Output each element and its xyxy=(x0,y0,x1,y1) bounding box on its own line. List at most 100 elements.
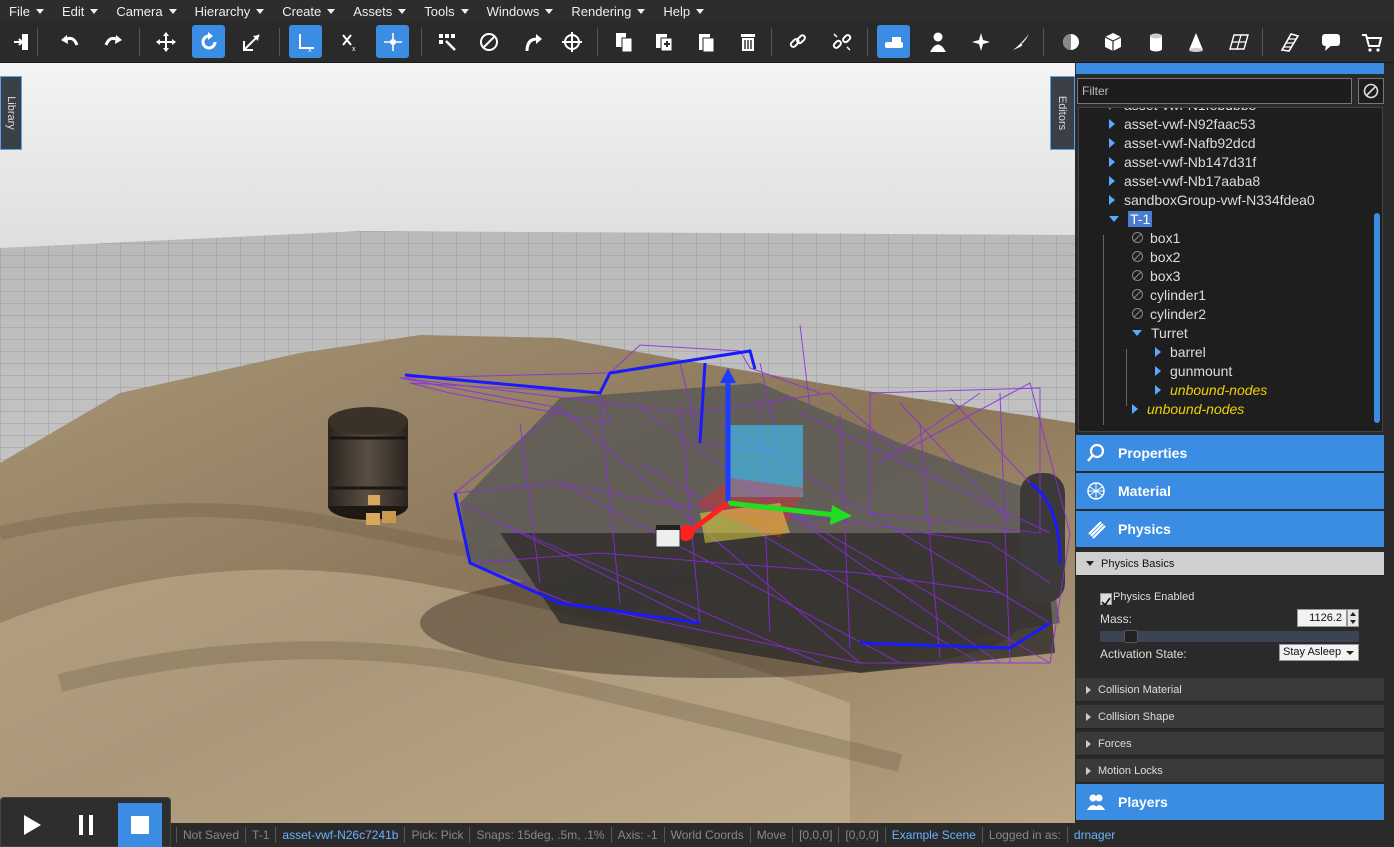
tree-node[interactable]: sandboxGroup-vwf-N334fdea0 xyxy=(1109,190,1315,209)
tree-node[interactable]: asset-vwf-Nafb92dcd xyxy=(1109,133,1256,152)
players-panel-header[interactable]: Players xyxy=(1076,784,1384,820)
menu-rendering[interactable]: Rendering xyxy=(562,0,654,22)
clear-filter-button[interactable] xyxy=(1358,78,1384,104)
editors-tab[interactable]: Editors xyxy=(1050,76,1075,150)
collapsed-arrow-icon[interactable] xyxy=(1109,175,1115,186)
section-collision-material[interactable]: Collision Material xyxy=(1076,678,1384,702)
menu-windows[interactable]: Windows xyxy=(478,0,563,22)
rotate-snap-button[interactable] xyxy=(515,25,548,58)
menu-file[interactable]: File xyxy=(0,0,53,22)
hierarchy-tree[interactable]: asset-vwf-N1f8bdbb8 asset-vwf-N92faac53 as… xyxy=(1078,107,1383,432)
move-button[interactable] xyxy=(149,25,182,58)
mass-slider[interactable] xyxy=(1100,630,1359,643)
tree-node[interactable]: T-1 xyxy=(1109,209,1153,228)
collapsed-arrow-icon[interactable] xyxy=(1109,137,1115,148)
expanded-arrow-icon[interactable] xyxy=(1109,215,1119,222)
collapsed-arrow-icon[interactable] xyxy=(1155,365,1161,376)
collapsed-arrow-icon[interactable] xyxy=(1109,118,1115,129)
terrain-button[interactable] xyxy=(1273,25,1306,58)
unlink-button[interactable] xyxy=(825,25,858,58)
collapsed-arrow-icon[interactable] xyxy=(1155,346,1161,357)
sphere-button[interactable] xyxy=(1054,25,1087,58)
particle-button[interactable] xyxy=(1004,25,1037,58)
stop-button[interactable] xyxy=(118,803,162,847)
menu-help[interactable]: Help xyxy=(654,0,713,22)
tree-node[interactable]: asset-vwf-Nb147d31f xyxy=(1109,152,1256,171)
menu-assets[interactable]: Assets xyxy=(344,0,415,22)
physics-panel-header[interactable]: Physics xyxy=(1076,511,1384,547)
cart-button[interactable] xyxy=(1355,25,1388,58)
redo-button[interactable] xyxy=(96,25,129,58)
tree-node[interactable]: unbound-nodes xyxy=(1155,380,1267,399)
tree-node[interactable]: barrel xyxy=(1155,342,1206,361)
pick-button[interactable] xyxy=(376,25,409,58)
menu-camera[interactable]: Camera xyxy=(107,0,185,22)
physics-basics-header[interactable]: Physics Basics xyxy=(1076,552,1384,576)
cylinder-button[interactable] xyxy=(1139,25,1172,58)
mass-slider-thumb[interactable] xyxy=(1123,630,1138,643)
collapsed-arrow-icon[interactable] xyxy=(1109,108,1115,110)
chat-button[interactable] xyxy=(1314,25,1347,58)
barrel-object[interactable] xyxy=(328,407,408,525)
menu-create[interactable]: Create xyxy=(273,0,344,22)
section-collision-shape[interactable]: Collision Shape xyxy=(1076,705,1384,729)
filter-input[interactable]: Filter xyxy=(1077,78,1352,104)
paste-button[interactable] xyxy=(689,25,722,58)
pause-button[interactable] xyxy=(64,803,108,847)
delete-button[interactable] xyxy=(731,25,764,58)
tree-node[interactable]: asset-vwf-N1f8bdbb8 xyxy=(1109,108,1256,114)
scene-render[interactable] xyxy=(0,63,1075,823)
tree-node[interactable]: cylinder1 xyxy=(1132,285,1206,304)
mass-spinner[interactable] xyxy=(1347,609,1359,627)
status-item[interactable]: asset-vwf-N26c7241b xyxy=(275,827,404,843)
tree-node[interactable]: box1 xyxy=(1132,228,1180,247)
activation-state-select[interactable]: Stay Asleep xyxy=(1279,644,1359,661)
copy-button[interactable] xyxy=(607,25,640,58)
properties-panel-header[interactable]: Properties xyxy=(1076,435,1384,471)
collapsed-arrow-icon[interactable] xyxy=(1109,156,1115,167)
collapsed-arrow-icon[interactable] xyxy=(1155,384,1161,395)
world-coords-button[interactable]: x xyxy=(332,25,365,58)
status-item[interactable]: Example Scene xyxy=(884,827,982,843)
tree-scrollbar[interactable] xyxy=(1374,213,1380,423)
local-coords-button[interactable]: x xyxy=(289,25,322,58)
light-button[interactable] xyxy=(964,25,997,58)
duplicate-button[interactable] xyxy=(647,25,680,58)
menu-edit[interactable]: Edit xyxy=(53,0,107,22)
exit-button[interactable] xyxy=(5,25,38,58)
collapsed-arrow-icon[interactable] xyxy=(1109,194,1115,205)
cone-button[interactable] xyxy=(1179,25,1212,58)
library-tab[interactable]: Library xyxy=(0,76,22,150)
avatar-button[interactable] xyxy=(921,25,954,58)
link-button[interactable] xyxy=(781,25,814,58)
scale-button[interactable] xyxy=(235,25,268,58)
expanded-arrow-icon[interactable] xyxy=(1132,329,1142,336)
menu-tools[interactable]: Tools xyxy=(415,0,477,22)
tree-node[interactable]: box2 xyxy=(1132,247,1180,266)
snap-grid-button[interactable] xyxy=(430,25,463,58)
material-panel-header[interactable]: Material xyxy=(1076,473,1384,509)
tree-node[interactable]: cylinder2 xyxy=(1132,304,1206,323)
tree-node[interactable]: unbound-nodes xyxy=(1132,399,1244,418)
camera-mode-button[interactable] xyxy=(877,25,910,58)
no-snap-button[interactable] xyxy=(472,25,505,58)
physics-enabled-checkbox[interactable] xyxy=(1100,593,1112,607)
play-button[interactable] xyxy=(10,803,54,847)
cube-button[interactable] xyxy=(1096,25,1129,58)
section-motion-locks[interactable]: Motion Locks xyxy=(1076,759,1384,783)
mass-input[interactable]: 1126.2 xyxy=(1297,609,1347,627)
tree-node[interactable]: asset-vwf-Nb17aaba8 xyxy=(1109,171,1260,190)
undo-button[interactable] xyxy=(53,25,86,58)
plane-button[interactable] xyxy=(1222,25,1255,58)
target-button[interactable] xyxy=(555,25,588,58)
3d-viewport[interactable]: Library Editors xyxy=(0,63,1075,823)
menu-hierarchy[interactable]: Hierarchy xyxy=(186,0,274,22)
section-forces[interactable]: Forces xyxy=(1076,732,1384,756)
tree-node[interactable]: gunmount xyxy=(1155,361,1232,380)
tree-node[interactable]: asset-vwf-N92faac53 xyxy=(1109,114,1256,133)
rotate-button[interactable] xyxy=(192,25,225,58)
status-item[interactable]: drnager xyxy=(1066,827,1121,843)
tree-node[interactable]: Turret xyxy=(1132,323,1188,342)
tree-node[interactable]: box3 xyxy=(1132,266,1180,285)
collapsed-arrow-icon[interactable] xyxy=(1132,403,1138,414)
